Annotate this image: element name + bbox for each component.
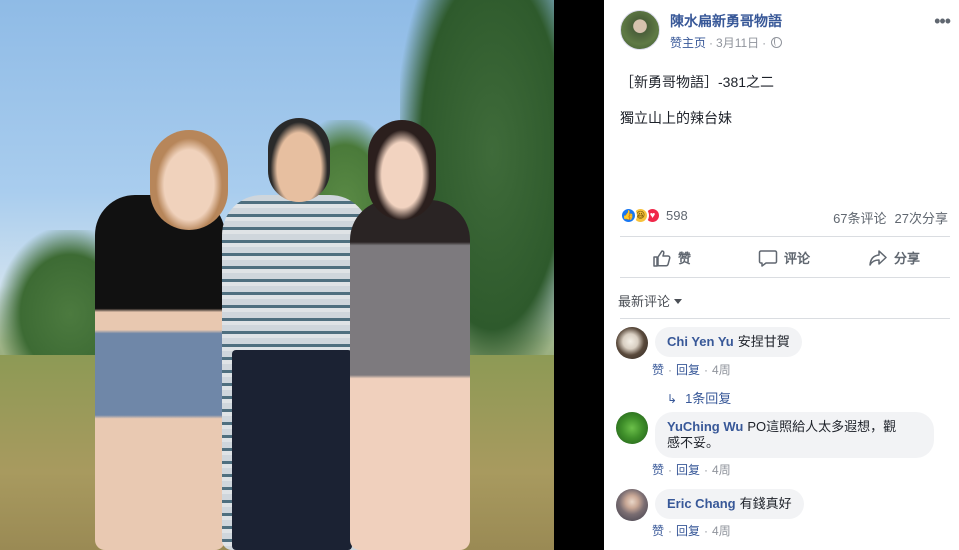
post-text-line-1: ［新勇哥物語］-381之二 — [620, 74, 775, 90]
like-button-label: 赞 — [678, 251, 692, 266]
post-meta: 赞主页 · 3月11日 · — [670, 34, 783, 51]
comment-actions: 赞 · 回复 · 4周 — [652, 463, 731, 477]
page-name-link[interactable]: 陳水扁新勇哥物語 — [670, 11, 782, 31]
comment-actions: 赞 · 回复 · 4周 — [652, 363, 731, 377]
comment-reply-link[interactable]: 回复 — [676, 363, 700, 377]
comment-text-line-2: 感不妥。 — [667, 435, 720, 450]
photo-person-right — [350, 200, 470, 550]
comment-time[interactable]: 4周 — [712, 363, 731, 377]
comment-count[interactable]: 67条评论 — [833, 211, 886, 226]
post-side-panel: 陳水扁新勇哥物語 赞主页 · 3月11日 · ••• ［新勇哥物語］-381之二 獨立… — [604, 0, 959, 550]
comment-sort-dropdown[interactable]: 最新评论 — [618, 291, 683, 310]
like-reaction-icon: 👍 — [620, 207, 637, 224]
comment-like-link[interactable]: 赞 — [652, 463, 664, 477]
comment-text: 有錢真好 — [739, 496, 792, 511]
post-date[interactable]: 3月11日 — [716, 36, 759, 50]
divider — [620, 277, 950, 278]
comment-button-label: 评论 — [784, 251, 811, 266]
photo-viewer: 陳水扁新勇哥物語 赞主页 · 3月11日 · ••• ［新勇哥物語］-381之二 獨立… — [0, 0, 959, 550]
commenter-avatar[interactable] — [616, 327, 648, 359]
commenter-avatar[interactable] — [616, 489, 648, 521]
comment-like-link[interactable]: 赞 — [652, 363, 664, 377]
share-button[interactable]: 分享 — [868, 240, 920, 275]
reply-arrow-icon: ↳ — [667, 392, 678, 406]
comment-bubble: YuChing Wu PO這照給人太多遐想，觀 感不妥。 — [655, 412, 934, 458]
more-options-icon[interactable]: ••• — [934, 12, 951, 30]
comment-time[interactable]: 4周 — [712, 524, 731, 538]
photo-person-left — [95, 195, 225, 550]
share-count[interactable]: 27次分享 — [895, 211, 948, 226]
share-icon — [869, 249, 887, 266]
page-avatar[interactable] — [620, 10, 660, 50]
comment-icon — [758, 249, 778, 267]
thumbs-up-icon — [653, 249, 671, 267]
post-header: 陳水扁新勇哥物語 赞主页 · 3月11日 · ••• — [620, 8, 951, 53]
comment-like-link[interactable]: 赞 — [652, 524, 664, 538]
photo-person-right-head — [368, 120, 436, 220]
view-replies-link[interactable]: ↳ 1条回复 — [667, 388, 731, 407]
divider — [620, 318, 950, 319]
commenter-name[interactable]: Chi Yen Yu — [667, 334, 734, 349]
view-replies-label: 1条回复 — [685, 391, 732, 406]
post-text-line-2: 獨立山上的辣台妹 — [620, 110, 732, 126]
photo-person-left-head — [150, 130, 228, 230]
commenter-avatar[interactable] — [616, 412, 648, 444]
like-page-link[interactable]: 赞主页 — [670, 36, 706, 50]
comment-time[interactable]: 4周 — [712, 463, 731, 477]
comment-bubble: Chi Yen Yu 安捏甘賀 — [655, 327, 802, 357]
divider — [620, 236, 950, 237]
photo-person-center-head — [268, 118, 330, 202]
post-stats: 👍 😆 ♥ 598 67条评论 27次分享 — [620, 206, 950, 226]
share-button-label: 分享 — [894, 251, 921, 266]
photo-person-center-legs — [232, 350, 352, 550]
comment-sort-label: 最新评论 — [618, 294, 671, 309]
comment-reply-link[interactable]: 回复 — [676, 524, 700, 538]
comment-reply-link[interactable]: 回复 — [676, 463, 700, 477]
post-actions: 赞 评论 分享 — [620, 240, 950, 275]
commenter-name[interactable]: Eric Chang — [667, 496, 736, 511]
globe-icon[interactable] — [771, 37, 783, 48]
comment-text-line-1: PO這照給人太多遐想，觀 — [747, 419, 897, 434]
comment-bubble: Eric Chang 有錢真好 — [655, 489, 804, 519]
comment-button[interactable]: 评论 — [758, 240, 810, 275]
caret-down-icon — [674, 299, 683, 304]
like-button[interactable]: 赞 — [652, 240, 691, 275]
comment-actions: 赞 · 回复 · 4周 — [652, 524, 731, 538]
commenter-name[interactable]: YuChing Wu — [667, 419, 743, 434]
post-photo[interactable] — [0, 0, 554, 550]
comment-text: 安捏甘賀 — [737, 334, 790, 349]
engagement-counts: 67条评论 27次分享 — [833, 208, 948, 227]
reaction-count[interactable]: 598 — [666, 208, 688, 223]
